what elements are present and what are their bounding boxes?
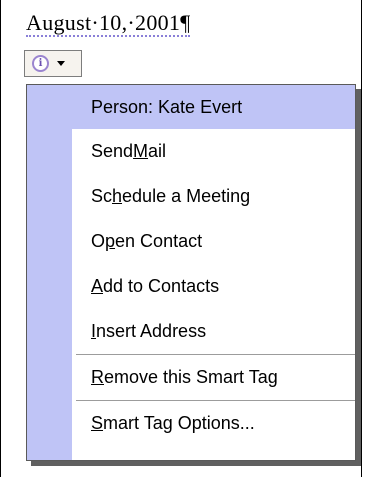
menu-item-accelerator: p [105, 231, 116, 251]
menu-item-label-pre: Sc [91, 186, 113, 206]
menu-item-add-to-contacts[interactable]: Add to Contacts [72, 264, 355, 309]
menu-item-accelerator: S [91, 413, 104, 433]
menu-item-label-post: edule a Meeting [122, 186, 251, 206]
menu-item-label-post: mart Tag Options... [103, 413, 255, 433]
menu-item-label-post: ail [148, 141, 167, 161]
document-text[interactable]: August·10,·2001¶ [26, 10, 191, 37]
menu-item-schedule-meeting[interactable]: Sc h edule a Meeting [72, 174, 355, 219]
menu-item-remove-smart-tag[interactable]: Remove this Smart Tag [72, 355, 355, 400]
menu-items: Person: Kate Evert Send Mail Sc h edule a … [27, 85, 355, 460]
menu-header-person: Person: Kate Evert [27, 85, 355, 129]
smart-tag-actions-button[interactable]: i [24, 50, 82, 77]
menu-item-label-post: emove this Smart Tag [104, 367, 278, 387]
menu-item-label-post: dd to Contacts [103, 276, 220, 296]
menu-item-smart-tag-options[interactable]: Smart Tag Options... [72, 401, 355, 446]
menu-item-label-post: nsert Address [96, 321, 207, 341]
menu-item-accelerator: R [91, 367, 104, 387]
menu-item-accelerator: A [91, 276, 104, 296]
menu-item-open-contact[interactable]: Op en Contact [72, 219, 355, 264]
info-icon: i [32, 55, 49, 72]
menu-item-accelerator: h [112, 186, 123, 206]
menu-item-insert-address[interactable]: Insert Address [72, 309, 355, 354]
smart-tag-text[interactable]: August·10,·2001¶ [26, 10, 191, 37]
menu-item-label-pre: Send [91, 141, 134, 161]
smart-tag-menu: Person: Kate Evert Send Mail Sc h edule a … [26, 84, 356, 461]
menu-item-label-pre: O [91, 231, 106, 251]
chevron-down-icon [57, 61, 65, 66]
menu-item-accelerator: M [133, 141, 149, 161]
menu-item-send-mail[interactable]: Send Mail [72, 129, 355, 174]
menu-item-label-post: en Contact [115, 231, 203, 251]
menu-icon-gutter [27, 85, 72, 460]
